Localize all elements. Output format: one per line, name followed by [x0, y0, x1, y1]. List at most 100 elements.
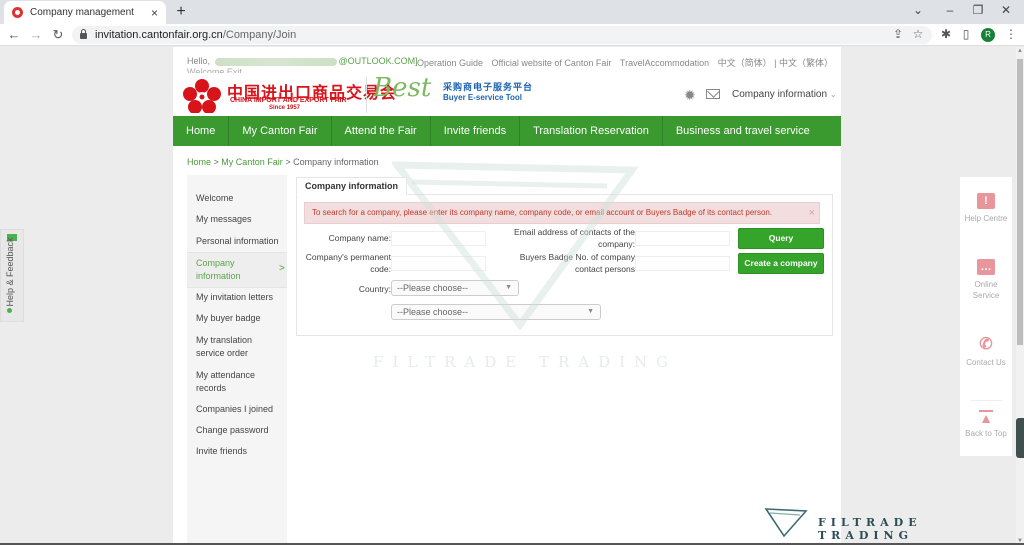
- blurred-email: [214, 57, 337, 66]
- alert-text: To search for a company, please enter it…: [312, 208, 773, 217]
- alert-close-icon[interactable]: ×: [809, 203, 815, 223]
- sidebar-item-company-info[interactable]: Company information: [196, 257, 258, 283]
- url-host: invitation.cantonfair.org.cn: [95, 29, 223, 41]
- mail-icon[interactable]: [706, 89, 720, 99]
- breadcrumb-my-canton-fair[interactable]: My Canton Fair: [221, 157, 283, 167]
- best-logo: Best: [373, 73, 432, 103]
- page-scrollbar[interactable]: ▲ ▼: [1016, 47, 1024, 545]
- browser-tab[interactable]: Company management ×: [4, 1, 166, 24]
- nav-attend-the-fair[interactable]: Attend the Fair: [332, 116, 431, 146]
- nav-home[interactable]: Home: [173, 116, 230, 146]
- traditional-chinese-link[interactable]: | 中文（繁体）: [774, 58, 833, 68]
- back-to-top-button[interactable]: ▲ Back to Top: [960, 410, 1012, 439]
- dropdown-arrow-icon: ▼: [587, 308, 594, 315]
- sidebar-item-invite-friends[interactable]: Invite friends: [196, 445, 281, 458]
- nav-business-travel[interactable]: Business and travel service: [663, 116, 823, 146]
- region-select-value: --Please choose--: [397, 307, 469, 317]
- side-widget-tab[interactable]: [1016, 418, 1024, 458]
- create-company-button[interactable]: Create a company: [738, 253, 824, 274]
- badge-input[interactable]: [635, 256, 730, 271]
- simplified-chinese-link[interactable]: 中文（简体）: [718, 58, 772, 68]
- tab-company-information[interactable]: Company information: [296, 177, 408, 195]
- tab-close-icon[interactable]: ×: [151, 6, 158, 20]
- greeting: Hello, @OUTLOOK.COM]: [187, 56, 418, 66]
- company-info-dropdown[interactable]: Company information ⌄: [732, 89, 837, 100]
- company-dropdown-label: Company information: [732, 89, 828, 100]
- extensions-icon[interactable]: ✱: [938, 27, 954, 41]
- sidebar: Welcome My messages Personal information…: [187, 175, 287, 545]
- sidebar-item-buyer-badge[interactable]: My buyer badge: [196, 312, 281, 325]
- profile-avatar[interactable]: R: [981, 28, 995, 42]
- logo-divider: [366, 77, 367, 113]
- divider: [970, 400, 1002, 401]
- filtrade-logo-icon: [764, 508, 808, 538]
- operation-guide-link[interactable]: Operation Guide: [417, 58, 483, 68]
- chevron-down-icon: ⌄: [829, 90, 837, 99]
- badge-label: Buyers Badge No. of company contact pers…: [519, 252, 635, 274]
- feedback-label: Help & Feedback: [5, 237, 15, 307]
- logo-since: Since 1957: [269, 105, 301, 111]
- star-icon[interactable]: ☆: [910, 27, 926, 41]
- scroll-up-icon[interactable]: ▲: [1017, 48, 1023, 54]
- help-centre-label: Help Centre: [964, 214, 1008, 223]
- filtrade-watermark: FILTRADE TRADING: [818, 516, 922, 542]
- forward-icon[interactable]: →: [28, 27, 44, 42]
- tab-search-icon[interactable]: ⌄: [908, 3, 928, 17]
- sidebar-item-attendance-records[interactable]: My attendance records: [196, 369, 266, 395]
- best-subtitle-en: Buyer E-service Tool: [443, 93, 522, 102]
- nav-my-canton-fair[interactable]: My Canton Fair: [229, 116, 332, 146]
- breadcrumb-sep: >: [211, 157, 222, 167]
- watermark-text: FILTRADE TRADING: [373, 353, 678, 371]
- window-close-icon[interactable]: ✕: [996, 3, 1016, 17]
- online-service-button[interactable]: … Online Service: [960, 259, 1012, 301]
- scrollbar-thumb[interactable]: [1017, 59, 1023, 345]
- nav-invite-friends[interactable]: Invite friends: [431, 116, 521, 146]
- search-hint-alert: To search for a company, please enter it…: [304, 202, 820, 224]
- company-name-input[interactable]: [391, 231, 486, 246]
- canton-fair-favicon: [12, 7, 23, 18]
- sidebar-item-messages[interactable]: My messages: [196, 213, 281, 226]
- sidebar-item-personal-info[interactable]: Personal information: [196, 235, 281, 248]
- main-nav: Home My Canton Fair Attend the Fair Invi…: [173, 116, 841, 146]
- email-input[interactable]: [635, 231, 730, 246]
- sidebar-item-invitation-letters[interactable]: My invitation letters: [196, 291, 281, 304]
- help-feedback-tab[interactable]: Help & Feedback: [0, 229, 24, 322]
- back-icon[interactable]: ←: [6, 27, 22, 42]
- permanent-code-label: Company's permanent code:: [305, 252, 391, 274]
- contact-us-label: Contact Us: [966, 358, 1006, 367]
- breadcrumb: Home > My Canton Fair > Company informat…: [187, 157, 379, 167]
- reload-icon[interactable]: ↻: [50, 27, 66, 43]
- menu-icon[interactable]: ⋮: [1003, 27, 1019, 41]
- permanent-code-input[interactable]: [391, 256, 486, 271]
- gear-icon[interactable]: ✹: [684, 87, 696, 104]
- sidebar-item-companies-joined[interactable]: Companies I joined: [196, 403, 281, 416]
- share-icon[interactable]: ⇪: [890, 27, 906, 41]
- query-button[interactable]: Query: [738, 228, 824, 249]
- sidebar-item-welcome[interactable]: Welcome: [196, 192, 281, 205]
- travel-accommodation-link[interactable]: TravelAccommodation: [620, 58, 709, 68]
- new-tab-button[interactable]: +: [172, 3, 190, 21]
- breadcrumb-home[interactable]: Home: [187, 157, 211, 167]
- lock-icon[interactable]: [80, 29, 87, 39]
- back-to-top-label: Back to Top: [965, 429, 1007, 438]
- sidebar-item-change-password[interactable]: Change password: [196, 424, 281, 437]
- country-select[interactable]: --Please choose-- ▼: [391, 280, 519, 296]
- contact-us-button[interactable]: ✆ Contact Us: [960, 337, 1012, 368]
- region-select[interactable]: --Please choose-- ▼: [391, 304, 601, 320]
- top-links: Operation Guide Official website of Cant…: [411, 56, 833, 69]
- welcome-exit[interactable]: Welcome Exit: [187, 67, 242, 73]
- url-input[interactable]: invitation.cantonfair.org.cn/Company/Joi…: [72, 26, 932, 44]
- minimize-icon[interactable]: –: [940, 3, 960, 17]
- canton-flower-icon: [183, 79, 221, 113]
- sidebar-item-translation-order[interactable]: My translation service order: [196, 334, 262, 360]
- side-panel-icon[interactable]: ▯: [958, 27, 974, 41]
- company-search-panel: To search for a company, please enter it…: [296, 194, 833, 336]
- official-website-link[interactable]: Official website of Canton Fair: [492, 58, 612, 68]
- nav-translation-reservation[interactable]: Translation Reservation: [520, 116, 663, 146]
- help-centre-button[interactable]: ! Help Centre: [960, 193, 1012, 224]
- phone-icon: ✆: [979, 336, 993, 353]
- maximize-icon[interactable]: ❐: [968, 3, 988, 17]
- breadcrumb-sep: >: [282, 157, 294, 167]
- arrow-up-icon: ▲: [979, 410, 993, 426]
- breadcrumb-current: Company information: [293, 157, 379, 167]
